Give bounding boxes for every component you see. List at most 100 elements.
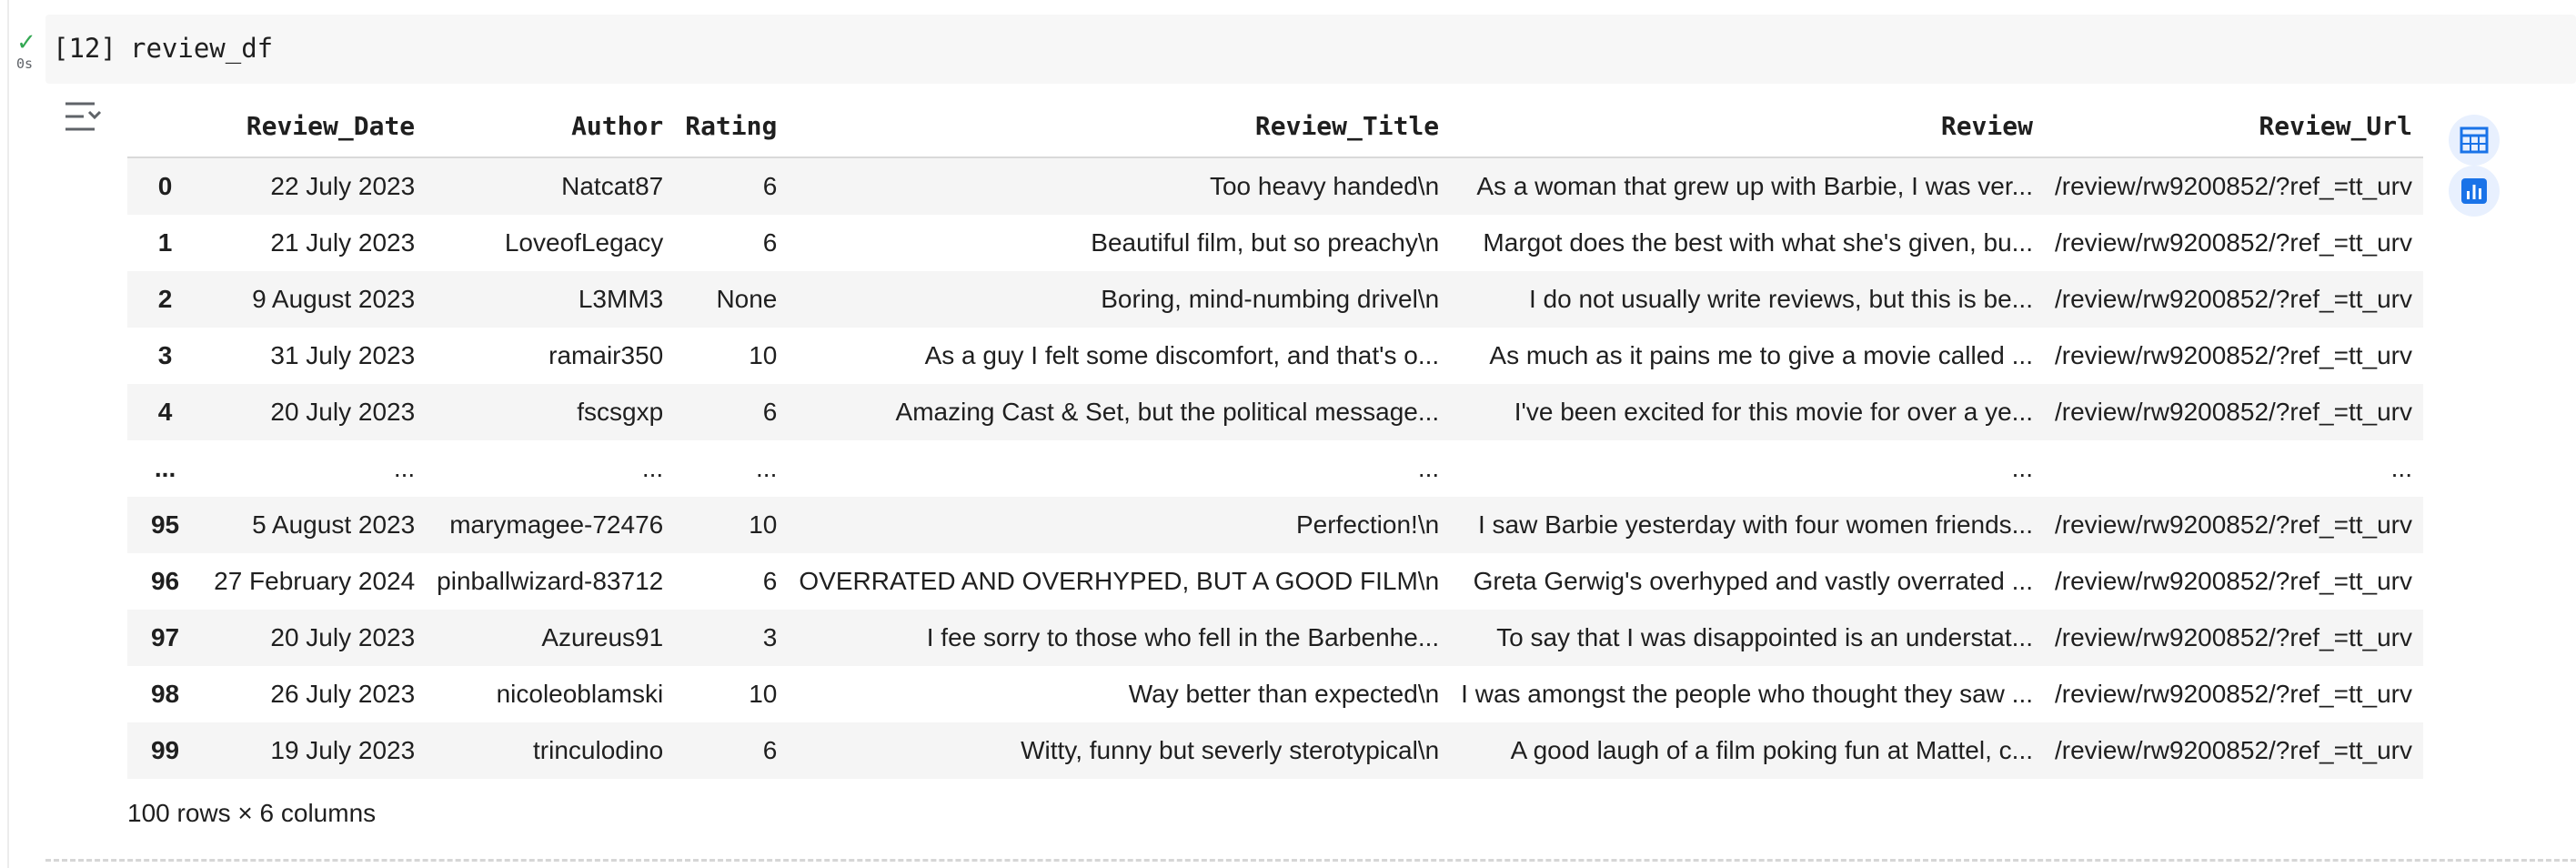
table-cell: 20 July 2023 bbox=[270, 623, 416, 651]
table-cell: 10 bbox=[749, 510, 778, 539]
table-row: 3 31 July 2023 ramair350 10 As a guy I felt … bbox=[127, 328, 2423, 384]
table-cell: 3 bbox=[762, 623, 778, 651]
row-index: 4 bbox=[157, 398, 173, 426]
table-cell: trinculodino bbox=[533, 736, 664, 764]
table-cell: /review/rw9200852/?ref_=tt_urv bbox=[2055, 398, 2412, 426]
code-cell[interactable] bbox=[45, 15, 2576, 84]
table-cell: I saw Barbie yesterday with four women f… bbox=[1477, 510, 2033, 539]
interactive-table-button[interactable] bbox=[2449, 115, 2500, 166]
table-cell: /review/rw9200852/?ref_=tt_urv bbox=[2055, 510, 2412, 539]
cell-gutter-line bbox=[7, 0, 9, 868]
table-cell: /review/rw9200852/?ref_=tt_urv bbox=[2055, 285, 2412, 313]
row-index: 96 bbox=[150, 567, 180, 595]
table-cell: 19 July 2023 bbox=[270, 736, 416, 764]
dataframe-table: Review_Date Author Rating Review_Title Revie… bbox=[127, 95, 2423, 779]
table-cell: 10 bbox=[749, 341, 778, 369]
table-cell: Amazing Cast & Set, but the political me… bbox=[895, 398, 1440, 426]
execution-count: [12] bbox=[53, 33, 116, 64]
code-editor[interactable]: review_df bbox=[130, 33, 273, 64]
row-index: 0 bbox=[157, 172, 173, 200]
cell-separator bbox=[45, 859, 2576, 862]
table-cell: 22 July 2023 bbox=[270, 172, 416, 200]
table-cell: As much as it pains me to give a movie c… bbox=[1489, 341, 2033, 369]
table-cell: L3MM3 bbox=[578, 285, 664, 313]
table-cell: ramair350 bbox=[548, 341, 664, 369]
table-cell: /review/rw9200852/?ref_=tt_urv bbox=[2055, 172, 2412, 200]
table-cell: Azureus91 bbox=[541, 623, 664, 651]
column-header: Review bbox=[1450, 95, 2044, 158]
row-index: 98 bbox=[150, 680, 180, 708]
table-row: 0 22 July 2023 Natcat87 6 Too heavy handed\n… bbox=[127, 157, 2423, 215]
table-cell: Way better than expected\n bbox=[1128, 680, 1440, 708]
row-index: 3 bbox=[157, 341, 173, 369]
table-row: 98 26 July 2023 nicoleoblamski 10 Way better… bbox=[127, 666, 2423, 722]
check-icon: ✓ bbox=[16, 29, 36, 56]
column-header: Review_Url bbox=[2044, 95, 2423, 158]
table-cell: 6 bbox=[762, 736, 778, 764]
table-cell: ... bbox=[1417, 454, 1440, 482]
table-cell: I've been excited for this movie for ove… bbox=[1514, 398, 2033, 426]
table-cell: 27 February 2024 bbox=[214, 567, 416, 595]
row-index: 95 bbox=[150, 510, 180, 539]
row-index: 2 bbox=[157, 285, 173, 313]
table-cell: 20 July 2023 bbox=[270, 398, 416, 426]
row-index: 99 bbox=[150, 736, 180, 764]
table-cell: 5 August 2023 bbox=[252, 510, 416, 539]
table-row: 97 20 July 2023 Azureus91 3 I fee sorry to t… bbox=[127, 610, 2423, 666]
execution-time: 0s bbox=[16, 56, 34, 72]
table-cell: 31 July 2023 bbox=[270, 341, 416, 369]
table-row: ..................... bbox=[127, 440, 2423, 497]
table-cell: 26 July 2023 bbox=[270, 680, 416, 708]
table-cell: Too heavy handed\n bbox=[1209, 172, 1440, 200]
table-row: 4 20 July 2023 fscsgxp 6 Amazing Cast & Set,… bbox=[127, 384, 2423, 440]
row-index: ... bbox=[154, 454, 176, 482]
table-cell: A good laugh of a film poking fun at Mat… bbox=[1510, 736, 2033, 764]
table-cell: Natcat87 bbox=[561, 172, 664, 200]
table-cell: 21 July 2023 bbox=[270, 228, 416, 257]
table-cell: LoveofLegacy bbox=[504, 228, 664, 257]
table-cell: pinballwizard-83712 bbox=[437, 567, 664, 595]
table-row: 1 21 July 2023 LoveofLegacy 6 Beautiful film… bbox=[127, 215, 2423, 271]
table-cell: fscsgxp bbox=[577, 398, 664, 426]
table-cell: Greta Gerwig's overhyped and vastly over… bbox=[1473, 567, 2033, 595]
index-header bbox=[127, 95, 204, 158]
table-cell: OVERRATED AND OVERHYPED, BUT A GOOD FILM… bbox=[799, 567, 1440, 595]
table-cell: /review/rw9200852/?ref_=tt_urv bbox=[2055, 680, 2412, 708]
output-toggle-icon[interactable] bbox=[62, 98, 102, 135]
column-header: Rating bbox=[674, 95, 789, 158]
table-cell: Beautiful film, but so preachy\n bbox=[1091, 228, 1440, 257]
table-row: 95 5 August 2023 marymagee-72476 10 Perfecti… bbox=[127, 497, 2423, 553]
row-index: 97 bbox=[150, 623, 180, 651]
table-cell: ... bbox=[2011, 454, 2033, 482]
column-header: Review_Date bbox=[203, 95, 427, 158]
column-header: Review_Title bbox=[788, 95, 1451, 158]
table-row: 96 27 February 2024 pinballwizard-83712 6 OV… bbox=[127, 553, 2423, 610]
table-cell: As a woman that grew up with Barbie, I w… bbox=[1476, 172, 2033, 200]
interactive-table-icon bbox=[2460, 126, 2489, 154]
table-cell: /review/rw9200852/?ref_=tt_urv bbox=[2055, 623, 2412, 651]
table-cell: 9 August 2023 bbox=[252, 285, 416, 313]
table-cell: ... bbox=[393, 454, 416, 482]
table-cell: /review/rw9200852/?ref_=tt_urv bbox=[2055, 567, 2412, 595]
bar-chart-icon bbox=[2461, 178, 2487, 204]
table-cell: To say that I was disappointed is an und… bbox=[1496, 623, 2033, 651]
table-cell: As a guy I felt some discomfort, and tha… bbox=[924, 341, 1440, 369]
table-cell: nicoleoblamski bbox=[496, 680, 664, 708]
table-cell: Boring, mind-numbing drivel\n bbox=[1101, 285, 1440, 313]
table-cell: /review/rw9200852/?ref_=tt_urv bbox=[2055, 341, 2412, 369]
dataframe-shape: 100 rows × 6 columns bbox=[127, 799, 377, 827]
table-header-row: Review_Date Author Rating Review_Title Revie… bbox=[127, 95, 2423, 158]
run-status[interactable]: ✓ 0s bbox=[13, 31, 40, 71]
table-cell: 6 bbox=[762, 172, 778, 200]
table-cell: Witty, funny but severly sterotypical\n bbox=[1021, 736, 1440, 764]
table-cell: /review/rw9200852/?ref_=tt_urv bbox=[2055, 228, 2412, 257]
row-index: 1 bbox=[157, 228, 173, 257]
column-header: Author bbox=[426, 95, 675, 158]
table-cell: marymagee-72476 bbox=[449, 510, 664, 539]
table-cell: Margot does the best with what she's giv… bbox=[1483, 228, 2033, 257]
table-cell: I do not usually write reviews, but this… bbox=[1528, 285, 2033, 313]
table-row: 99 19 July 2023 trinculodino 6 Witty, funny … bbox=[127, 722, 2423, 779]
table-cell: None bbox=[716, 285, 778, 313]
suggest-chart-button[interactable] bbox=[2449, 166, 2500, 217]
table-cell: I fee sorry to those who fell in the Bar… bbox=[926, 623, 1440, 651]
